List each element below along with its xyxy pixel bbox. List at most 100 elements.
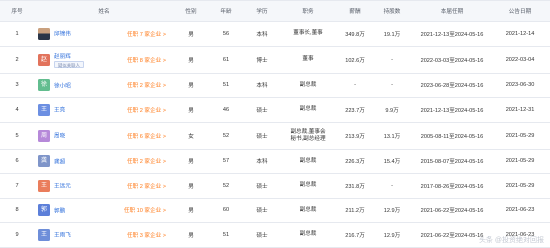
person-cell: 邱锦伟 任职 7 家企业 > [34, 21, 174, 47]
person-name-link[interactable]: 郭鹏 [54, 208, 65, 214]
education-cell: 本科 [244, 21, 280, 47]
age-cell: 52 [208, 173, 244, 199]
age-cell: 51 [208, 73, 244, 98]
avatar[interactable]: 王 [38, 228, 50, 241]
term-cell: 2021-06-22至2024-05-16 [410, 198, 494, 223]
col-announce-date-header: 公告日期 [494, 0, 546, 22]
details-link[interactable]: 详情 [546, 222, 550, 248]
companies-link[interactable]: 任职 3 家企业 > [127, 231, 166, 239]
details-link[interactable]: 详情 [546, 173, 550, 199]
salary-cell: - [336, 73, 374, 98]
avatar[interactable]: 王 [38, 179, 50, 192]
position-line: 副总裁 [299, 81, 317, 88]
col-position-header: 职务 [280, 0, 336, 22]
person-name-link[interactable]: 徐小昭 [54, 83, 71, 89]
details-link[interactable]: 详情 [546, 149, 550, 174]
shares-cell: 12.9万 [374, 222, 410, 248]
companies-link[interactable]: 任职 2 家企业 > [127, 157, 166, 165]
position-line: 副总裁 [299, 157, 317, 164]
position-line: 董事 [302, 56, 314, 62]
col-salary-header: 薪酬 [336, 0, 374, 22]
col-index-header: 序号 [0, 0, 34, 22]
details-link[interactable]: 详情 [546, 73, 550, 98]
table-row: 5 周周晓 任职 6 家企业 > 女 52 硕士 副总裁,董事会 秘书,副总经理 213.9万 1… [0, 122, 550, 150]
col-age-header: 年龄 [208, 0, 244, 22]
announce-date-cell: 2022-03-04 [494, 46, 546, 74]
person-name-link[interactable]: 王雨飞 [54, 233, 71, 239]
related-person-badge: 疑似关联人 [54, 60, 84, 68]
position-line: 副总裁 [299, 106, 317, 113]
person-cell: 王王雨飞 任职 3 家企业 > [34, 222, 174, 248]
companies-link[interactable]: 任职 8 家企业 > [127, 56, 166, 64]
avatar[interactable]: 赵 [38, 53, 50, 66]
gender-cell: 男 [174, 173, 208, 199]
term-cell: 2022-03-03至2024-05-16 [410, 46, 494, 74]
person-name-link[interactable]: 王亮 [54, 108, 65, 114]
position-line: 副总裁 [299, 182, 317, 189]
age-cell: 51 [208, 222, 244, 248]
announce-date-cell: 2021-05-29 [494, 173, 546, 199]
avatar[interactable]: 王 [38, 103, 50, 116]
position-cell: 董事 [280, 46, 336, 74]
gender-cell: 男 [174, 222, 208, 248]
education-cell: 本科 [244, 73, 280, 98]
row-index: 1 [0, 21, 34, 47]
person-cell: 周周晓 任职 6 家企业 > [34, 122, 174, 150]
companies-link[interactable]: 任职 2 家企业 > [127, 182, 166, 190]
row-index: 8 [0, 198, 34, 223]
gender-cell: 男 [174, 198, 208, 223]
companies-link[interactable]: 任职 10 家企业 > [124, 206, 166, 214]
companies-link[interactable]: 任职 2 家企业 > [127, 81, 166, 89]
person-name-link[interactable]: 赵丽辉 [54, 52, 84, 60]
position-cell: 副总裁,董事会 秘书,副总经理 [280, 122, 336, 150]
details-link[interactable]: 详情 [546, 21, 550, 47]
table-row: 1 邱锦伟 任职 7 家企业 > 男 56 本科 董事长,董事 349.8万 19.1万 2021… [0, 21, 550, 47]
position-line: 副总裁,董事会 [290, 128, 326, 135]
age-cell: 52 [208, 122, 244, 150]
person-name-link[interactable]: 周晓 [54, 134, 65, 140]
row-index: 2 [0, 46, 34, 74]
details-link[interactable]: 详情 [546, 97, 550, 123]
position-line: 董事长,董事 [293, 30, 323, 37]
companies-link[interactable]: 任职 2 家企业 > [127, 106, 166, 114]
col-action-header: 操作 [546, 0, 550, 22]
gender-cell: 男 [174, 46, 208, 74]
details-link[interactable]: 详情 [546, 198, 550, 223]
col-education-header: 学历 [244, 0, 280, 22]
table-row: 6 龚龚超 任职 2 家企业 > 男 57 本科 副总裁 226.3万 15.4万 2015-08… [0, 149, 550, 174]
col-term-header: 本届任期 [410, 0, 494, 22]
avatar[interactable]: 周 [38, 129, 50, 142]
details-link[interactable]: 详情 [546, 46, 550, 74]
companies-link[interactable]: 任职 7 家企业 > [127, 30, 166, 38]
person-name-link[interactable]: 邱锦伟 [54, 32, 71, 38]
col-name-header: 姓名 [34, 0, 174, 22]
companies-link[interactable]: 任职 6 家企业 > [127, 132, 166, 140]
position-cell: 副总裁 [280, 149, 336, 174]
position-cell: 副总裁 [280, 73, 336, 98]
row-index: 7 [0, 173, 34, 199]
row-index: 9 [0, 222, 34, 248]
avatar[interactable] [38, 27, 50, 40]
announce-date-cell: 2023-06-30 [494, 73, 546, 98]
person-cell: 徐徐小昭 任职 2 家企业 > [34, 73, 174, 98]
shares-cell: - [374, 73, 410, 98]
watermark: 头条 @投资绝对回报 [478, 237, 544, 244]
term-cell: 2005-08-11至2024-05-16 [410, 122, 494, 150]
gender-cell: 女 [174, 122, 208, 150]
avatar[interactable]: 龚 [38, 155, 50, 168]
person-name-link[interactable]: 王远元 [54, 184, 71, 190]
gender-cell: 男 [174, 21, 208, 47]
education-cell: 硕士 [244, 122, 280, 150]
education-cell: 硕士 [244, 97, 280, 123]
position-cell: 副总裁 [280, 198, 336, 223]
executive-table: 序号姓名性别年龄学历职务薪酬持股数本届任期公告日期操作 1 邱锦伟 任职 7 家企业… [0, 0, 550, 248]
person-name-link[interactable]: 龚超 [54, 159, 65, 165]
avatar[interactable]: 郭 [38, 204, 50, 217]
table-row: 8 郭郭鹏 任职 10 家企业 > 男 60 硕士 副总裁 211.2万 12.9万 2021-0… [0, 198, 550, 223]
details-link[interactable]: 详情 [546, 122, 550, 150]
row-index: 3 [0, 73, 34, 98]
education-cell: 本科 [244, 149, 280, 174]
person-cell: 王王远元 任职 2 家企业 > [34, 173, 174, 199]
avatar[interactable]: 徐 [38, 79, 50, 92]
col-shares-header: 持股数 [374, 0, 410, 22]
